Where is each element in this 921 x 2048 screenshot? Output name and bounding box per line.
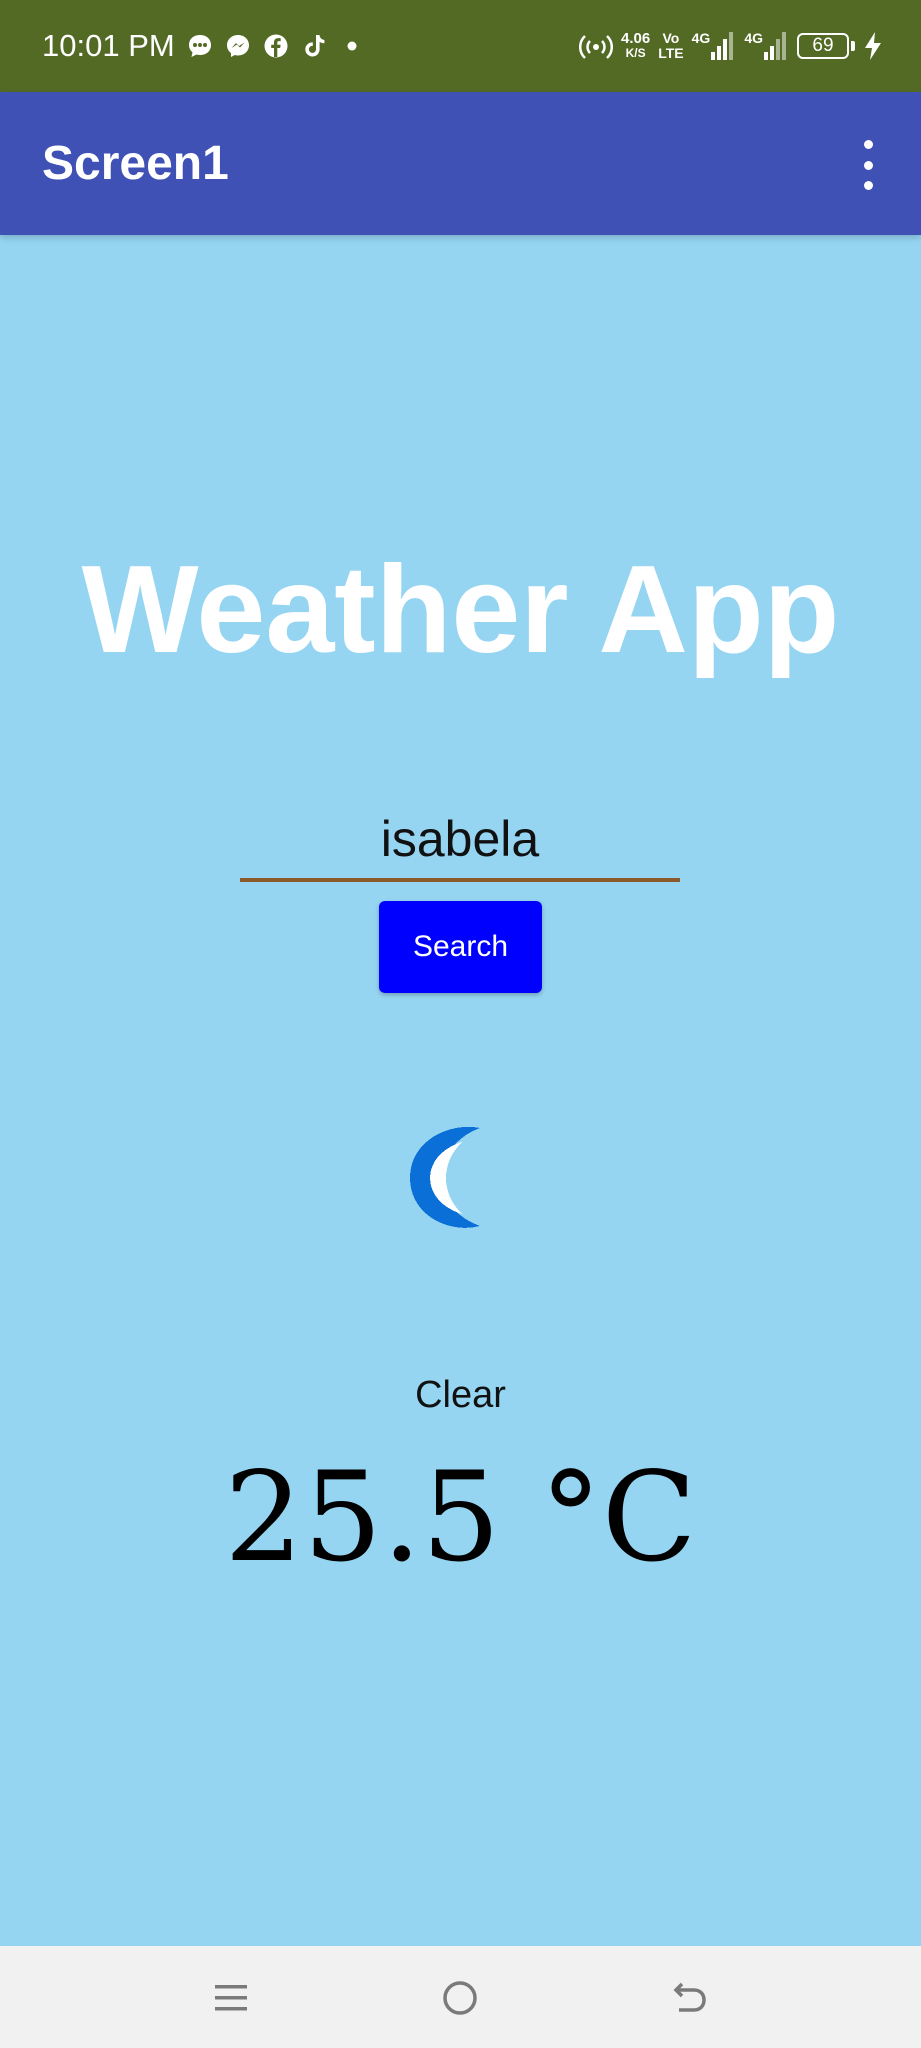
net-speed-unit: K/S [625, 46, 646, 60]
temperature-value: 25.5 °C [224, 1446, 697, 1590]
back-icon[interactable] [666, 1974, 714, 2022]
battery-level: 69 [812, 35, 834, 56]
menu-dot [863, 140, 873, 149]
net-speed-value: 4.06 [621, 30, 651, 47]
system-status: 4.06 K/S Vo LTE 4G 4G 69 [579, 24, 883, 68]
battery-tip [851, 41, 855, 51]
search-button[interactable]: Search [379, 901, 542, 993]
menu-dot [863, 160, 873, 170]
hotspot-icon [579, 31, 614, 61]
signal-icon [710, 30, 736, 62]
app-title: Screen1 [42, 137, 229, 190]
page-title: Weather App [81, 541, 840, 679]
menu-icon[interactable] [207, 1974, 255, 2022]
sim2-signal: 4G [744, 30, 789, 62]
sim1-signal: 4G [692, 30, 737, 62]
city-search-input[interactable] [240, 800, 680, 882]
net-speed: 4.06 K/S [621, 31, 650, 61]
sim1-label: 4G [691, 30, 711, 46]
crescent-moon-icon [400, 1118, 500, 1236]
messenger-icon [224, 32, 252, 60]
app-screen: 10:01 PM 4.06 K/S Vo LTE 4G 4G 69 Screen… [0, 0, 921, 2048]
volte-top: Vo [662, 30, 680, 46]
chat-bubble-icon [186, 32, 214, 60]
tiktok-icon [300, 32, 328, 60]
volte-indicator: Vo LTE [658, 31, 683, 61]
status-bar: 10:01 PM 4.06 K/S Vo LTE 4G 4G 69 [0, 0, 921, 92]
navigation-bar [0, 1946, 921, 2048]
overflow-menu-icon[interactable] [853, 140, 883, 190]
status-time: 10:01 PM [42, 28, 175, 63]
app-bar: Screen1 [0, 92, 921, 235]
more-dot-icon [338, 32, 366, 60]
facebook-icon [262, 32, 290, 60]
charging-bolt-icon [863, 31, 883, 61]
battery-icon: 69 [797, 33, 849, 59]
volte-bottom: LTE [658, 45, 684, 61]
menu-dot [863, 181, 873, 190]
notification-icons [186, 28, 366, 64]
sim2-label: 4G [744, 30, 763, 46]
home-icon[interactable] [436, 1974, 484, 2022]
signal-icon [763, 30, 789, 62]
weather-condition: Clear [415, 1374, 506, 1416]
